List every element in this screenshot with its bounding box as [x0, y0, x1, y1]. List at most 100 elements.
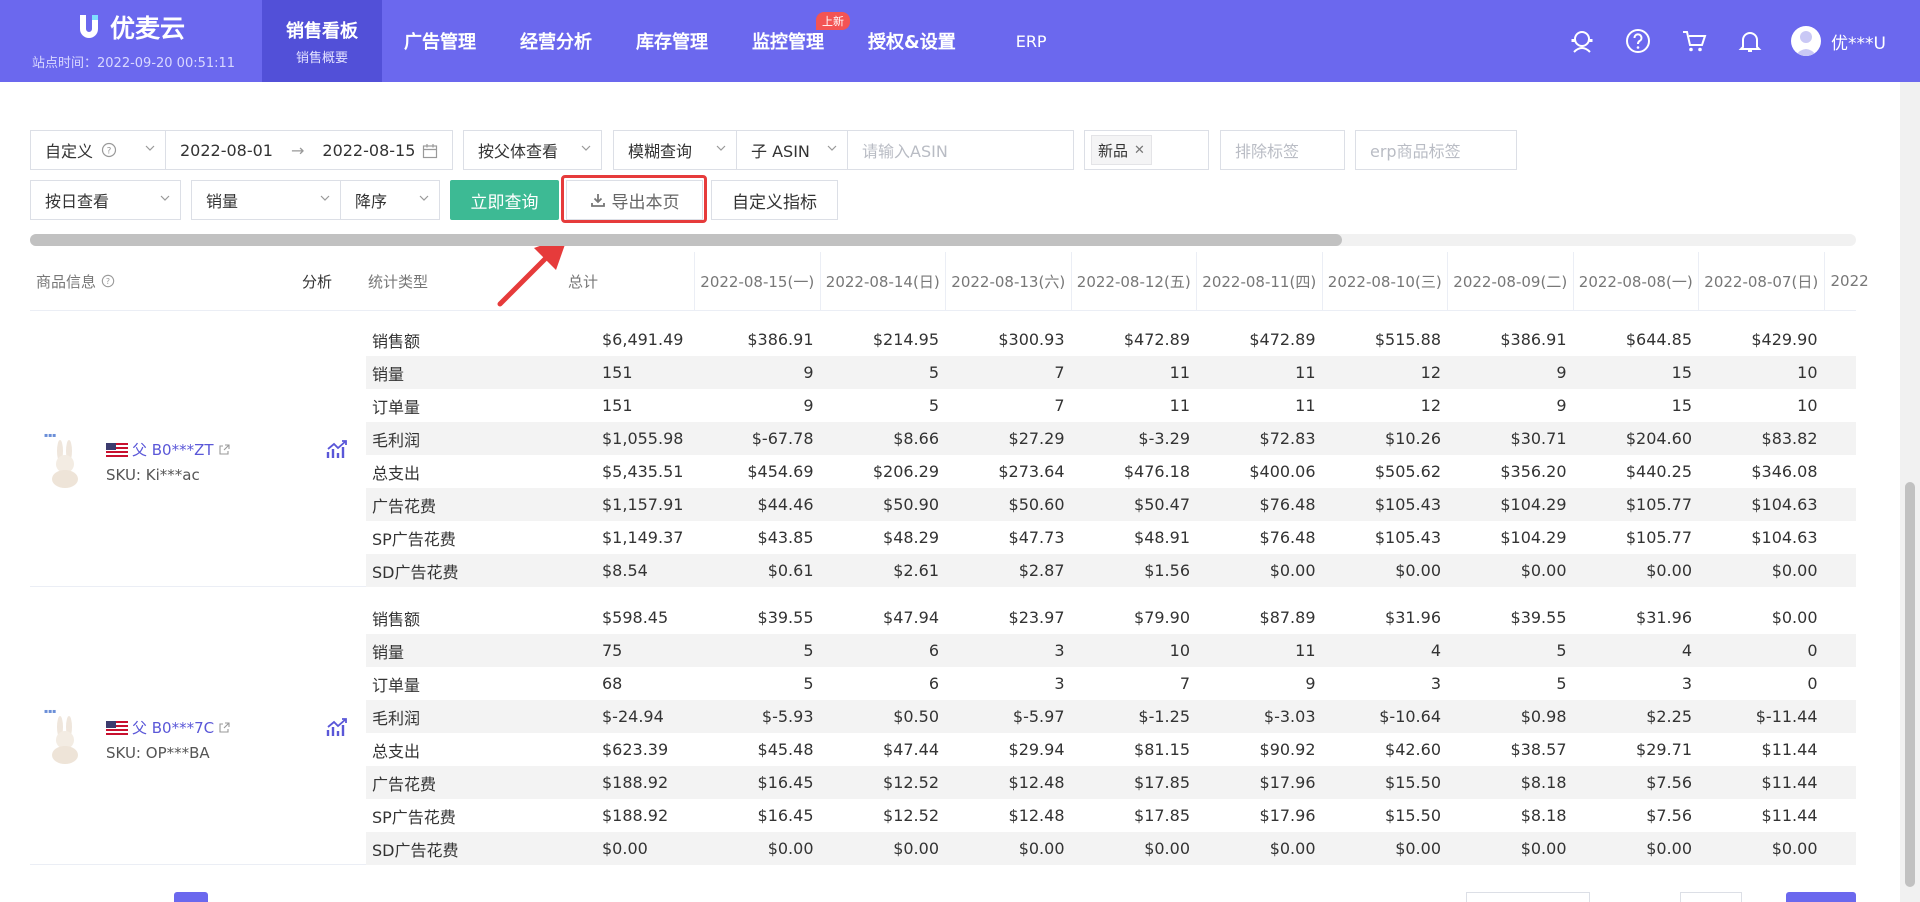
value-cell: $76.48 [1259, 495, 1316, 514]
page-size-select[interactable] [1466, 892, 1590, 902]
page-jump-button[interactable] [1786, 892, 1856, 902]
product-thumbnail[interactable]: ▪▪▪ [38, 429, 94, 489]
page-jump-input[interactable] [1680, 892, 1742, 902]
value-cell: $644.85 [1625, 330, 1692, 349]
value-cell: $206.29 [872, 462, 939, 481]
table-row: 毛利润 $-24.94 $-5.93 $0.50 $-5.97 $-1.25 $-3.03 $… [366, 700, 1856, 733]
value-cell: $0.98 [1520, 707, 1567, 726]
table-row: SD广告花费 $8.54 $0.61 $2.61 $2.87 $1.56 $0.00 $0.0… [366, 554, 1856, 587]
support-icon[interactable] [1567, 26, 1597, 56]
custom-metric-button[interactable]: 自定义指标 [711, 180, 838, 220]
stat-type-cell: 广告花费 [372, 774, 437, 794]
value-cell: 4 [1681, 641, 1692, 660]
value-cell: $0.00 [893, 839, 939, 858]
total-cell: $598.45 [602, 608, 669, 627]
stat-type-cell: SP广告花费 [372, 807, 456, 827]
query-button[interactable]: 立即查询 [450, 180, 559, 220]
value-cell: 11 [1295, 396, 1316, 415]
product-thumbnail[interactable]: ▪▪▪ [38, 705, 94, 765]
value-cell: $-11.44 [1755, 707, 1818, 726]
bell-icon[interactable] [1735, 26, 1765, 56]
asin-input[interactable]: 请输入ASIN [847, 130, 1074, 170]
pagination-current-page[interactable] [174, 892, 208, 902]
granularity-select[interactable]: 按日查看 [30, 180, 181, 220]
nav-monitoring[interactable]: 监控管理 上新 [730, 0, 850, 82]
custom-metric-button-label: 自定义指标 [732, 192, 817, 213]
table-row: 销售额 $598.45 $39.55 $47.94 $23.97 $79.90 $87.89… [366, 601, 1856, 634]
external-link-icon[interactable] [218, 721, 230, 734]
value-cell: $7.56 [1646, 773, 1692, 792]
total-cell: $0.00 [602, 839, 648, 858]
value-cell: $0.00 [1395, 839, 1441, 858]
value-cell: $-5.93 [761, 707, 814, 726]
trend-chart-icon[interactable] [326, 439, 348, 459]
table-header: 商品信息 ? 分析 统计类型 总计 2022-08-15(一) 2022-08-1… [30, 252, 1869, 311]
help-icon[interactable] [1623, 26, 1653, 56]
date-range-picker[interactable]: 2022-08-01 → 2022-08-15 [165, 130, 453, 170]
sort-order-select[interactable]: 降序 [340, 180, 440, 220]
svg-text:?: ? [106, 277, 110, 286]
exclude-tag-input[interactable]: 排除标签 [1220, 130, 1345, 170]
value-cell: $105.43 [1374, 528, 1441, 547]
app-logo[interactable]: 优麦云 [76, 10, 185, 44]
parent-asin-link[interactable]: 父 B0***7C [106, 717, 230, 738]
chevron-down-icon [419, 195, 429, 201]
value-cell: 5 [928, 363, 939, 382]
nav-label: ERP [1015, 31, 1047, 51]
value-cell: $45.48 [757, 740, 814, 759]
horizontal-scrollbar-thumb[interactable] [30, 234, 1342, 246]
nav-business-analysis[interactable]: 经营分析 [498, 0, 614, 82]
value-cell: 12 [1420, 396, 1441, 415]
value-cell: 9 [1556, 396, 1567, 415]
user-menu[interactable]: 优***U [1791, 26, 1886, 56]
value-cell: $47.73 [1008, 528, 1065, 547]
close-icon[interactable]: ✕ [1134, 143, 1145, 158]
match-mode-select[interactable]: 模糊查询 [613, 130, 737, 170]
chevron-down-icon [827, 145, 837, 151]
external-link-icon[interactable] [218, 443, 230, 456]
nav-ad-management[interactable]: 广告管理 [382, 0, 498, 82]
value-cell: $43.85 [757, 528, 814, 547]
col-date-header: 2022-08-14(日) [819, 252, 946, 310]
value-cell: $29.71 [1636, 740, 1692, 759]
value-cell: $48.91 [1134, 528, 1190, 547]
value-cell: $0.61 [767, 561, 814, 580]
value-cell: $47.94 [883, 608, 939, 627]
total-cell: 68 [602, 674, 623, 693]
value-cell: 11 [1295, 641, 1316, 660]
col-total: 总计 [568, 272, 599, 291]
value-cell: 9 [803, 396, 814, 415]
view-by-select[interactable]: 按父体查看 [463, 130, 602, 170]
date-mode-select[interactable]: 自定义 ? [30, 130, 166, 170]
total-cell: $1,157.91 [602, 495, 684, 514]
total-cell: 151 [602, 396, 633, 415]
asin-type-select[interactable]: 子 ASIN [736, 130, 848, 170]
nav-label: 销售看板 [286, 20, 358, 42]
total-cell: $188.92 [602, 773, 669, 792]
sort-field-select[interactable]: 销量 [191, 180, 341, 220]
nav-sales-dashboard[interactable]: 销售看板 销售概要 [262, 0, 382, 82]
parent-asin-link[interactable]: 父 B0***ZT [106, 439, 230, 460]
col-date-header: 2022-08-07(日) [1698, 252, 1824, 310]
value-cell: $48.29 [883, 528, 939, 547]
vertical-scrollbar-thumb[interactable] [1905, 482, 1915, 887]
value-cell: $7.56 [1646, 806, 1692, 825]
stat-type-cell: SD广告花费 [372, 562, 459, 582]
tag-select[interactable]: 新品 ✕ [1084, 130, 1209, 170]
value-cell: 6 [928, 641, 939, 660]
horizontal-scrollbar[interactable] [30, 234, 1856, 246]
value-cell: 7 [1179, 674, 1190, 693]
col-product-info: 商品信息 ? [36, 252, 266, 310]
erp-tag-input[interactable]: erp商品标签 [1355, 130, 1517, 170]
cart-icon[interactable] [1679, 26, 1709, 56]
nav-settings[interactable]: 授权&设置 [846, 0, 978, 82]
value-cell: $-3.29 [1138, 429, 1190, 448]
table-row: 总支出 $5,435.51 $454.69 $206.29 $273.64 $476.18… [366, 455, 1856, 488]
trend-chart-icon[interactable] [326, 717, 348, 737]
vertical-scrollbar[interactable] [1900, 82, 1920, 902]
nav-erp[interactable]: ERP [978, 0, 1069, 82]
value-cell: $0.50 [893, 707, 939, 726]
value-cell: 10 [1169, 641, 1190, 660]
nav-inventory[interactable]: 库存管理 [614, 0, 730, 82]
col-date-header: 2022-08-11(四) [1196, 252, 1322, 310]
